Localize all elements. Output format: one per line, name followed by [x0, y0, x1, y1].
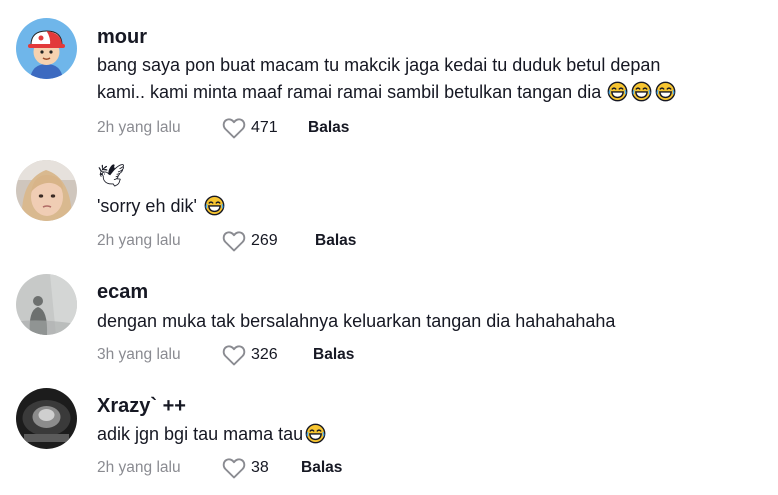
comment-time: 2h yang lalu	[97, 232, 181, 249]
reply-button[interactable]: Balas	[315, 232, 356, 250]
comment-time: 3h yang lalu	[97, 346, 181, 363]
comment-text-line: adik jgn bgi tau mama tau	[97, 424, 304, 444]
reply-button[interactable]: Balas	[301, 459, 342, 477]
shadow-photo-avatar-icon	[16, 274, 77, 335]
avatar[interactable]	[16, 274, 77, 335]
comment-username[interactable]: Xrazy` ++	[97, 394, 186, 418]
child-photo-avatar-icon	[16, 160, 77, 221]
comment-text: dengan muka tak bersalahnya keluarkan ta…	[97, 308, 757, 335]
reply-button[interactable]: Balas	[313, 346, 354, 364]
dark-figure-avatar-icon	[16, 388, 77, 449]
like-count: 269	[251, 232, 278, 249]
comment-time: 2h yang lalu	[97, 459, 181, 476]
laughing-emoji-icon	[305, 423, 326, 444]
laughing-emoji-icon	[204, 195, 225, 216]
comment-text: 'sorry eh dik'	[97, 193, 757, 220]
comment-meta: 2h yang lalu 38 Balas	[97, 456, 342, 480]
heart-icon[interactable]	[222, 344, 246, 366]
heart-icon[interactable]	[222, 230, 246, 252]
avatar[interactable]	[16, 388, 77, 449]
like-count: 326	[251, 346, 278, 363]
comment-text: adik jgn bgi tau mama tau	[97, 421, 757, 448]
heart-icon[interactable]	[222, 457, 246, 479]
comment-username[interactable]: ecam	[97, 280, 148, 304]
comment-username[interactable]: 🕊	[97, 164, 125, 188]
comment-text-line: 'sorry eh dik'	[97, 196, 197, 216]
comment-meta: 2h yang lalu 269 Balas	[97, 229, 356, 253]
like-count: 38	[251, 459, 269, 476]
comment-item: Xrazy` ++ adik jgn bgi tau mama tau 2h y…	[0, 0, 778, 150]
avatar[interactable]	[16, 160, 77, 221]
comment-meta: 3h yang lalu 326 Balas	[97, 343, 354, 367]
comment-text-line: dengan muka tak bersalahnya keluarkan ta…	[97, 311, 616, 331]
